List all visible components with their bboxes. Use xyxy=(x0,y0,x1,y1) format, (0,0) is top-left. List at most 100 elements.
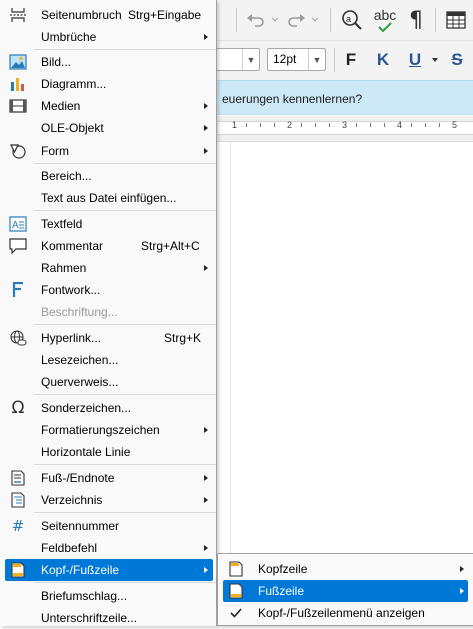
find-replace-icon[interactable]: a xyxy=(338,6,366,34)
menu-item-page-break[interactable]: Seitenumbruch Strg+Eingabe xyxy=(0,4,216,26)
footnote-icon xyxy=(9,470,27,486)
menu-item-text-from-file[interactable]: Text aus Datei einfügen... xyxy=(0,187,216,209)
chevron-down-icon[interactable]: ▼ xyxy=(308,49,325,70)
insert-table-icon[interactable] xyxy=(444,8,468,32)
menu-item-label: Rahmen xyxy=(41,261,87,275)
submenu-item-label: Fußzeile xyxy=(258,584,305,598)
shapes-icon xyxy=(9,143,27,159)
menu-item-label: Text aus Datei einfügen... xyxy=(41,191,177,205)
font-name-combobox[interactable]: ▼ xyxy=(216,48,260,71)
menu-item-formatting-mark[interactable]: Formatierungszeichen xyxy=(0,419,216,441)
undo-icon[interactable] xyxy=(244,8,268,32)
menu-item-index[interactable]: Verzeichnis xyxy=(0,489,216,511)
font-size-value: 12pt xyxy=(273,52,297,66)
menu-item-caption[interactable]: Beschriftung... xyxy=(0,301,216,323)
menu-item-label: Verzeichnis xyxy=(41,493,103,507)
strikethrough-button[interactable]: S xyxy=(446,46,468,74)
submenu-arrow-icon xyxy=(204,125,208,131)
menu-item-horizontal-line[interactable]: Horizontale Linie xyxy=(0,441,216,463)
menu-item-label: Briefumschlag... xyxy=(41,589,128,603)
comment-icon xyxy=(9,238,27,254)
underline-button[interactable]: U xyxy=(404,46,426,74)
menu-item-image[interactable]: Bild... xyxy=(0,51,216,73)
menu-item-label: OLE-Objekt xyxy=(41,121,104,135)
ruler-tick xyxy=(260,123,261,127)
formatting-marks-icon[interactable]: ¶ xyxy=(404,6,428,34)
menu-item-label: Seitennummer xyxy=(41,519,120,533)
submenu-arrow-icon xyxy=(204,497,208,503)
menu-item-shape[interactable]: Form xyxy=(0,140,216,162)
redo-icon[interactable] xyxy=(284,8,308,32)
menu-item-label: Kopf-/Fußzeile xyxy=(41,563,120,577)
chevron-down-icon[interactable]: ▼ xyxy=(242,49,259,70)
fontwork-icon xyxy=(9,282,27,298)
menu-item-footnote[interactable]: Fuß-/Endnote xyxy=(0,467,216,489)
toolbar-separator xyxy=(435,8,436,32)
menu-item-ole-object[interactable]: OLE-Objekt xyxy=(0,117,216,139)
submenu-arrow-icon xyxy=(204,265,208,271)
menu-item-label: Fontwork... xyxy=(41,283,101,297)
menu-item-envelope[interactable]: Briefumschlag... xyxy=(0,585,216,607)
ruler-label: 2 xyxy=(287,120,293,130)
submenu-arrow-icon xyxy=(204,545,208,551)
menu-item-field[interactable]: Feldbefehl xyxy=(0,537,216,559)
menu-separator xyxy=(34,210,216,211)
ruler-tick xyxy=(315,123,316,127)
menu-item-cross-reference[interactable]: Querverweis... xyxy=(0,371,216,393)
ruler-tick xyxy=(274,123,275,127)
toolbar-separator xyxy=(236,8,237,32)
submenu-arrow-icon xyxy=(204,34,208,40)
menu-item-label: Horizontale Linie xyxy=(41,445,131,459)
menu-item-hyperlink[interactable]: Hyperlink... Strg+K xyxy=(0,327,216,349)
menu-item-label: Formatierungszeichen xyxy=(41,423,160,437)
spellcheck-text: abc xyxy=(373,7,397,23)
menu-item-label: Seitenumbruch xyxy=(41,8,122,22)
menu-item-breaks[interactable]: Umbrüche xyxy=(0,26,216,48)
menu-item-label: Beschriftung... xyxy=(41,305,118,319)
underline-dropdown-icon[interactable] xyxy=(430,52,440,68)
toolbar-separator xyxy=(334,48,335,72)
menu-item-label: Sonderzeichen... xyxy=(41,401,132,415)
menu-item-chart[interactable]: Diagramm... xyxy=(0,73,216,95)
font-size-combobox[interactable]: 12pt ▼ xyxy=(267,48,326,71)
submenu-item-footer[interactable]: Fußzeile xyxy=(223,580,468,602)
menu-item-frame[interactable]: Rahmen xyxy=(0,257,216,279)
ruler-tick xyxy=(370,123,371,127)
menu-item-special-character[interactable]: Ω Sonderzeichen... xyxy=(0,397,216,419)
menu-separator xyxy=(34,394,216,395)
header-icon xyxy=(227,561,245,577)
ruler-tick xyxy=(301,123,302,127)
menu-item-label: Bild... xyxy=(41,55,72,69)
ruler-label: 3 xyxy=(342,120,348,130)
italic-button[interactable]: K xyxy=(372,46,394,74)
menu-separator xyxy=(34,464,216,465)
menu-separator xyxy=(34,512,216,513)
ruler-tick xyxy=(329,123,330,127)
submenu-item-label: Kopf-/Fußzeilenmenü anzeigen xyxy=(258,606,425,620)
menu-item-header-footer[interactable]: Kopf-/Fußzeile xyxy=(5,559,213,581)
menu-item-fontwork[interactable]: Fontwork... xyxy=(0,279,216,301)
redo-dropdown-icon[interactable] xyxy=(310,12,320,28)
menu-item-media[interactable]: Medien xyxy=(0,95,216,117)
index-icon xyxy=(9,492,27,508)
menu-item-textbox[interactable]: A Textfeld xyxy=(0,213,216,235)
spellcheck-icon[interactable]: abc xyxy=(370,4,400,36)
menu-item-comment[interactable]: Kommentar Strg+Alt+C xyxy=(0,235,216,257)
submenu-arrow-icon xyxy=(460,566,464,572)
submenu-arrow-icon xyxy=(204,103,208,109)
menu-item-label: Umbrüche xyxy=(41,30,97,44)
menu-item-section[interactable]: Bereich... xyxy=(0,165,216,187)
menu-item-label: Diagramm... xyxy=(41,77,107,91)
submenu-item-header[interactable]: Kopfzeile xyxy=(218,558,473,580)
submenu-item-show-header-footer-menu[interactable]: Kopf-/Fußzeilenmenü anzeigen xyxy=(218,602,473,624)
submenu-arrow-icon xyxy=(204,567,208,573)
info-bar-text: euerungen kennenlernen? xyxy=(222,92,363,106)
bold-button[interactable]: F xyxy=(340,46,362,74)
header-footer-submenu: Kopfzeile Fußzeile Kopf-/Fußzeilenmenü a… xyxy=(217,553,473,626)
menu-item-page-number[interactable]: # Seitennummer xyxy=(0,515,216,537)
ruler-label: 1 xyxy=(232,120,238,130)
ruler-tick xyxy=(356,123,357,127)
menu-item-bookmark[interactable]: Lesezeichen... xyxy=(0,349,216,371)
toolbar-separator xyxy=(330,8,331,32)
undo-dropdown-icon[interactable] xyxy=(270,12,280,28)
